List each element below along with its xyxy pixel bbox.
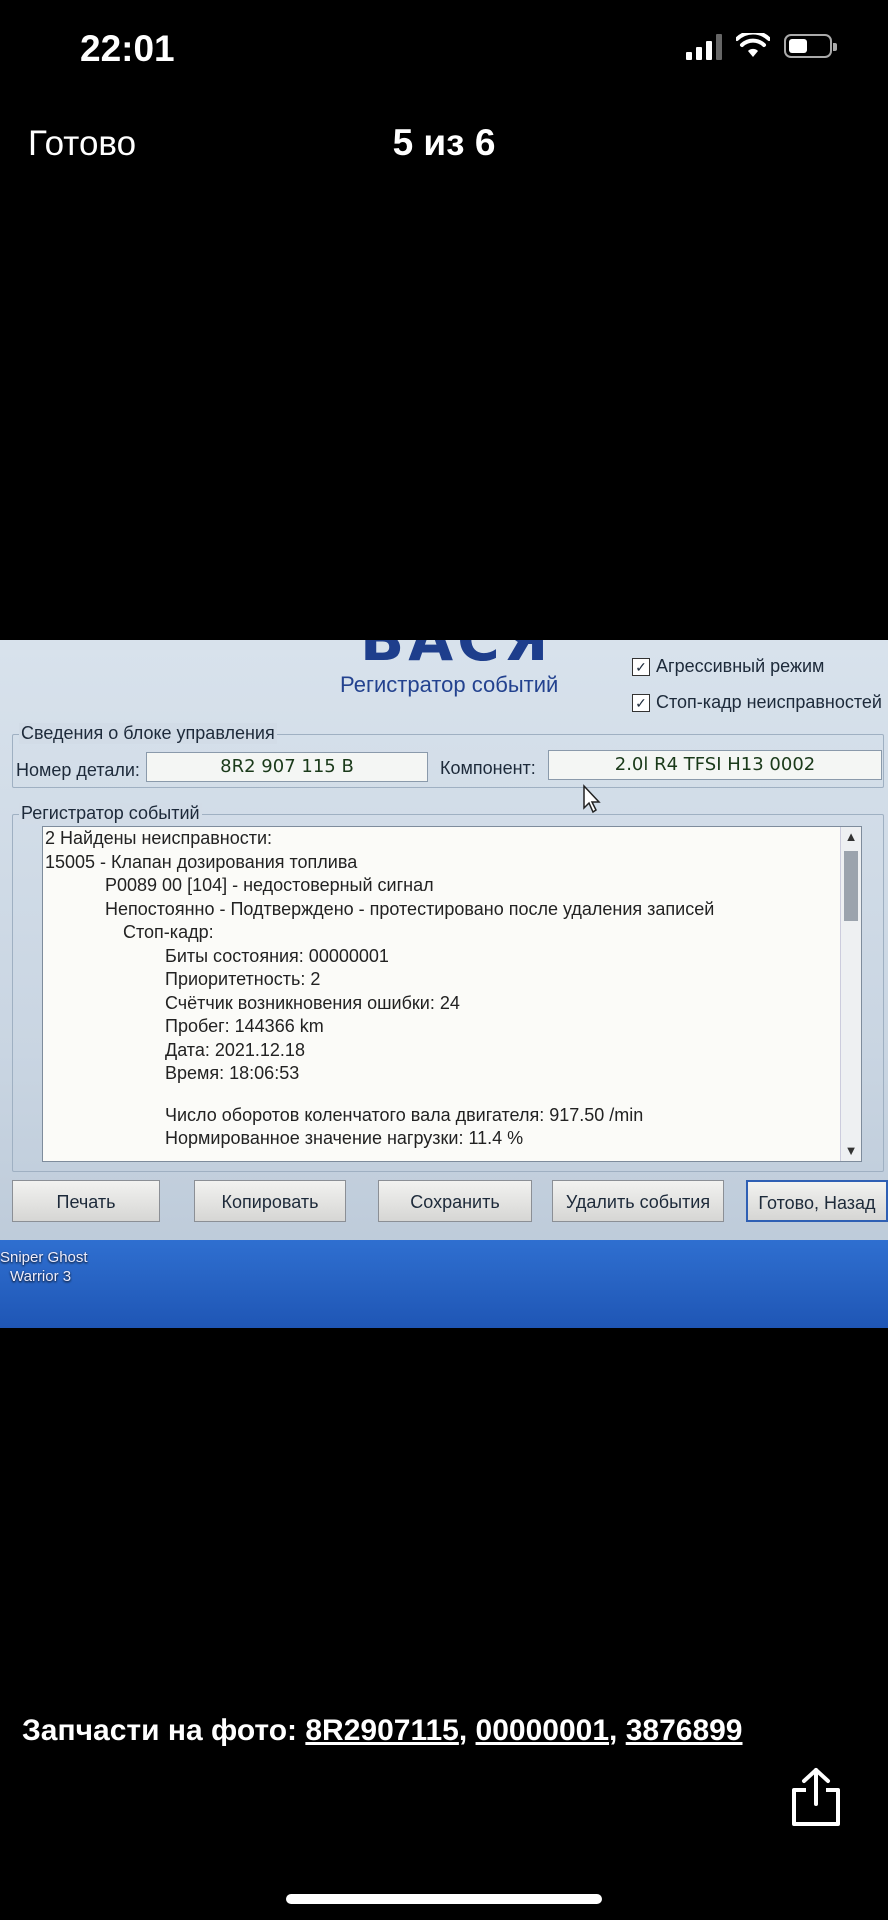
event-log-lines: 2 Найдены неисправности: 15005 - Клапан …	[43, 827, 841, 1151]
component-field[interactable]: 2.0l R4 TFSI H13 0002	[548, 750, 882, 780]
desktop-shortcut[interactable]: Sniper Ghost Warrior 3	[0, 1248, 88, 1286]
freeze-frame-checkbox[interactable]: ✓ Стоп-кадр неисправностей	[632, 692, 882, 713]
log-line: 2 Найдены неисправности:	[45, 828, 273, 848]
window-title: Регистратор событий	[340, 672, 559, 697]
part-link[interactable]: 3876899	[626, 1714, 743, 1747]
event-log-group-label: Регистратор событий	[19, 803, 202, 824]
log-scrollbar[interactable]: ▲ ▼	[840, 827, 861, 1161]
event-recorder-window: ВАСЯ Регистратор событий ✓ Агрессивный р…	[0, 640, 888, 1240]
save-button[interactable]: Сохранить	[378, 1180, 532, 1222]
checkmark-icon: ✓	[632, 657, 650, 676]
part-number-field[interactable]: 8R2 907 115 B	[146, 752, 428, 782]
photo-viewport[interactable]: ВАСЯ Регистратор событий ✓ Агрессивный р…	[0, 640, 888, 1328]
log-line: P0089 00 [104] - недостоверный сигнал	[105, 875, 434, 895]
log-line: Счётчик возникновения ошибки: 24	[165, 992, 460, 1013]
photo-counter: 5 из 6	[392, 122, 496, 163]
desktop-shortcut-label: Warrior 3	[10, 1268, 72, 1285]
parts-prefix: Запчасти на фото:	[22, 1714, 306, 1747]
log-line: Время: 18:06:53	[165, 1063, 300, 1083]
mouse-cursor-icon	[583, 784, 601, 814]
log-line: Непостоянно - Подтверждено - протестиров…	[105, 898, 715, 919]
share-icon[interactable]	[788, 1766, 844, 1828]
chevron-down-icon[interactable]: ▼	[841, 1141, 861, 1161]
home-indicator[interactable]	[286, 1894, 602, 1904]
log-line: Число оборотов коленчатого вала двигател…	[165, 1104, 644, 1125]
freeze-frame-label: Стоп-кадр неисправностей	[656, 692, 882, 712]
status-time: 22:01	[80, 28, 175, 69]
part-number-label: Номер детали:	[16, 760, 140, 780]
log-line: 15005 - Клапан дозирования топлива	[45, 851, 358, 872]
part-link[interactable]: 00000001	[476, 1714, 609, 1747]
delete-events-button[interactable]: Удалить события	[552, 1180, 724, 1222]
log-line: Приоритетность: 2	[165, 969, 321, 989]
viewer-nav-bar: Готово 5 из 6	[0, 110, 888, 180]
checkmark-icon: ✓	[632, 693, 650, 712]
part-link[interactable]: 8R2907115	[305, 1714, 459, 1747]
ecu-group-label: Сведения о блоке управления	[19, 723, 277, 744]
windows-desktop: Sniper Ghost Warrior 3	[0, 1240, 888, 1328]
log-line: Дата: 2021.12.18	[165, 1039, 305, 1060]
aggressive-mode-checkbox[interactable]: ✓ Агрессивный режим	[632, 656, 824, 677]
print-button[interactable]: Печать	[12, 1180, 160, 1222]
aggressive-mode-label: Агрессивный режим	[656, 656, 825, 676]
log-line: Пробег: 144366 km	[165, 1016, 324, 1036]
done-back-button[interactable]: Готово, Назад	[746, 1180, 888, 1222]
parts-on-photo: Запчасти на фото: 8R2907115, 00000001, 3…	[22, 1714, 743, 1747]
wifi-icon	[736, 33, 770, 57]
event-log-textarea[interactable]: 2 Найдены неисправности: 15005 - Клапан …	[42, 826, 862, 1162]
status-icons	[686, 32, 837, 60]
log-line: Стоп-кадр:	[123, 922, 214, 942]
copy-button[interactable]: Копировать	[194, 1180, 346, 1222]
app-logo: ВАСЯ	[360, 640, 553, 674]
log-line: Биты состояния: 00000001	[165, 945, 389, 966]
log-line: Нормированное значение нагрузки: 11.4 %	[165, 1128, 524, 1148]
chevron-up-icon[interactable]: ▲	[841, 827, 861, 847]
component-label: Компонент:	[440, 758, 536, 778]
status-bar: 22:01	[0, 0, 888, 100]
cellular-signal-icon	[686, 32, 722, 60]
scroll-thumb[interactable]	[844, 851, 858, 921]
desktop-shortcut-label: Sniper Ghost	[0, 1249, 88, 1266]
battery-icon	[784, 34, 837, 58]
